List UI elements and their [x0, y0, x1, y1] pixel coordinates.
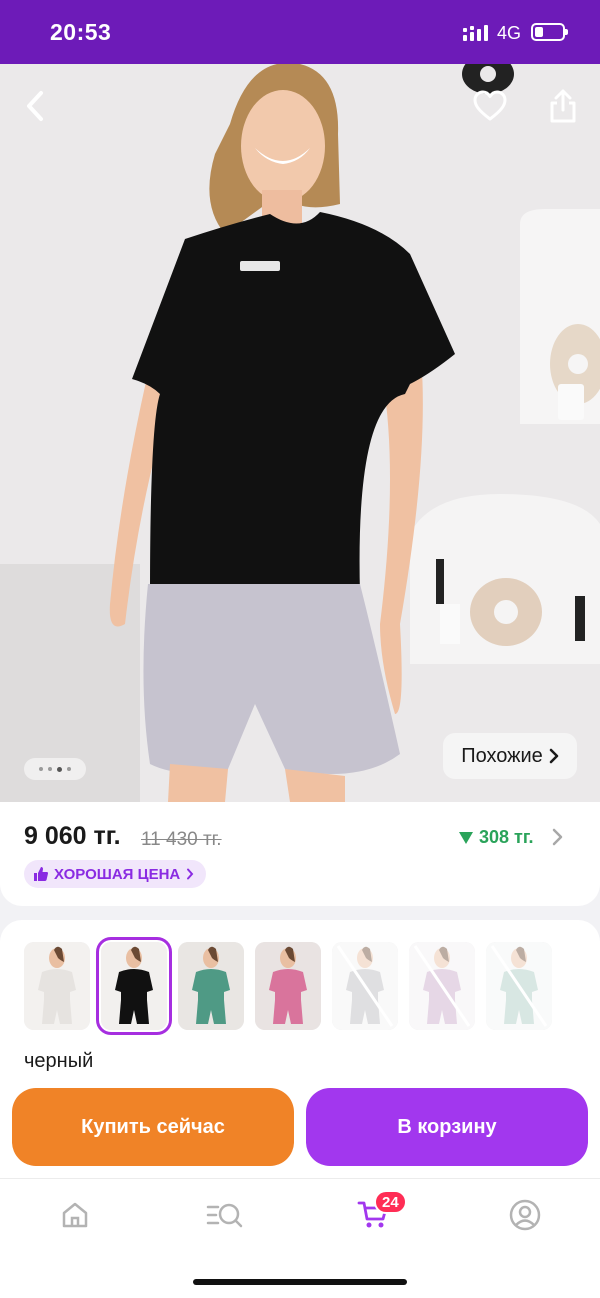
- color-variant-lilac[interactable]: [409, 942, 475, 1030]
- gallery-pagination: [24, 758, 86, 780]
- chevron-right-icon: [187, 868, 194, 880]
- unavailable-slash-icon: [413, 945, 471, 1027]
- current-price: 9 060 тг.: [24, 822, 121, 850]
- color-variant-white[interactable]: [24, 942, 90, 1030]
- share-button[interactable]: [541, 84, 585, 128]
- price-card: 9 060 тг. 11 430 тг. 308 тг. ХОРОШАЯ ЦЕН…: [0, 802, 600, 906]
- favorite-button[interactable]: [468, 84, 512, 128]
- color-variant-pink[interactable]: [255, 942, 321, 1030]
- unavailable-slash-icon: [336, 945, 394, 1027]
- variant-thumbnail: [255, 942, 321, 1030]
- variants-card: черный Купить сейчас В корзину: [0, 920, 600, 1180]
- selected-color-name: черный: [24, 1050, 94, 1072]
- bonus-value: 308 тг.: [479, 827, 534, 847]
- profile-icon: [509, 1199, 541, 1231]
- network-type: 4G: [497, 23, 522, 43]
- variant-thumbnail: [178, 942, 244, 1030]
- product-photo: [0, 64, 600, 802]
- bonus-amount[interactable]: 308 тг.: [459, 827, 534, 848]
- back-button[interactable]: [14, 84, 58, 128]
- gallery-dot: [48, 767, 52, 771]
- variant-thumbnail: [101, 942, 167, 1030]
- heart-icon: [473, 90, 507, 121]
- buy-now-button[interactable]: Купить сейчас: [12, 1088, 294, 1166]
- cart-count-badge: 24: [374, 1190, 407, 1214]
- share-icon: [550, 89, 576, 123]
- gallery-dot: [57, 766, 62, 772]
- good-price-label: ХОРОШАЯ ЦЕНА: [54, 865, 181, 883]
- home-icon: [62, 1202, 88, 1228]
- battery-icon: [531, 23, 568, 41]
- similar-products-button[interactable]: Похожие: [443, 733, 577, 779]
- nav-profile[interactable]: [495, 1195, 555, 1235]
- battery-level: [535, 27, 543, 37]
- gallery-dot: [67, 767, 71, 771]
- color-variant-green[interactable]: [178, 942, 244, 1030]
- status-time: 20:53: [50, 19, 112, 45]
- gallery-dot: [39, 767, 43, 771]
- color-variant-mint[interactable]: [486, 942, 552, 1030]
- unavailable-slash-icon: [490, 945, 548, 1027]
- variant-thumbnail: [24, 942, 90, 1030]
- chevron-right-icon[interactable]: [552, 828, 564, 846]
- catalog-search-icon: [206, 1203, 243, 1228]
- good-price-badge[interactable]: ХОРОШАЯ ЦЕНА: [24, 860, 207, 888]
- similar-label: Похожие: [461, 744, 543, 767]
- triangle-down-icon: [459, 831, 473, 844]
- chevron-left-icon: [27, 91, 43, 121]
- product-gallery[interactable]: Похожие: [0, 64, 600, 802]
- nav-catalog[interactable]: [195, 1195, 255, 1235]
- thumbs-up-icon: [34, 867, 48, 881]
- signal-icon: [463, 25, 488, 41]
- status-bar: 20:53 4G: [0, 0, 600, 64]
- color-variant-grey[interactable]: [332, 942, 398, 1030]
- color-variant-black[interactable]: [96, 937, 172, 1035]
- chevron-right-icon: [549, 748, 559, 764]
- home-indicator: [193, 1279, 407, 1285]
- add-to-cart-button[interactable]: В корзину: [306, 1088, 588, 1166]
- old-price: 11 430 тг.: [141, 829, 222, 850]
- nav-home[interactable]: [45, 1195, 105, 1235]
